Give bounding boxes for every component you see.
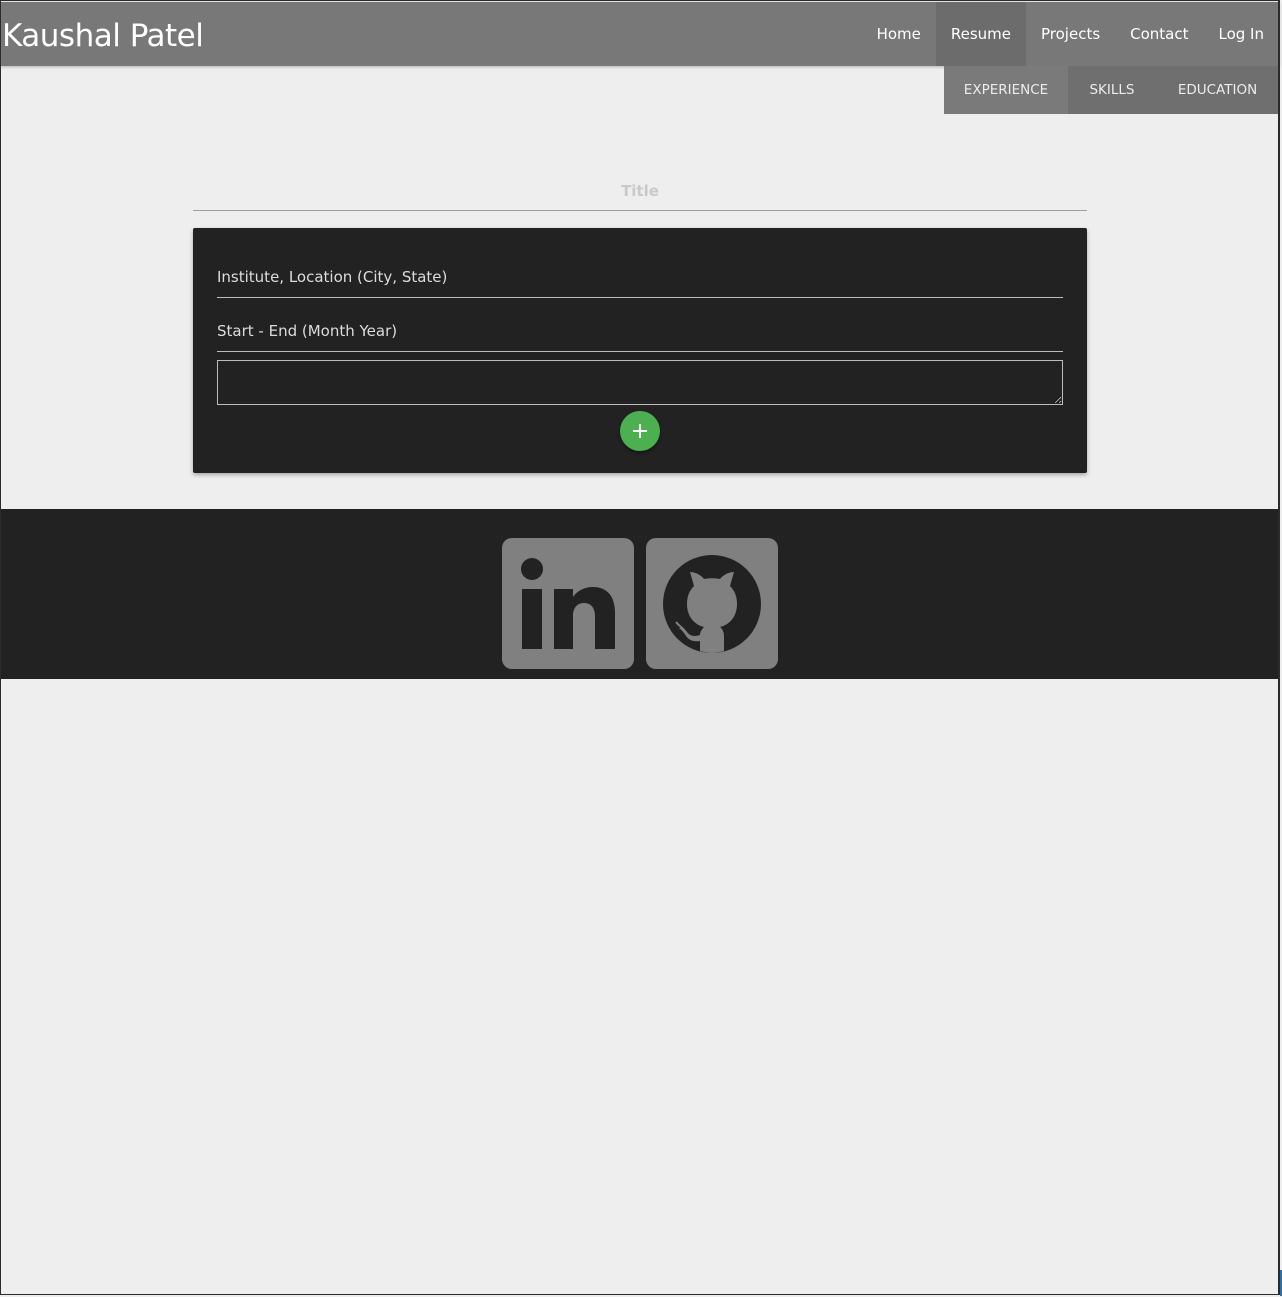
nav-home[interactable]: Home [862, 2, 936, 66]
start-end-date-input[interactable] [217, 311, 1063, 352]
main-nav: Home Resume Projects Contact Log In [862, 2, 1279, 66]
institute-location-input[interactable] [217, 257, 1063, 298]
top-navbar: Kaushal Patel Home Resume Projects Conta… [1, 2, 1279, 66]
nav-projects[interactable]: Projects [1026, 2, 1115, 66]
subnav-experience[interactable]: EXPERIENCE [944, 66, 1068, 114]
footer [1, 509, 1279, 679]
add-entry-button[interactable] [620, 411, 660, 451]
nav-resume[interactable]: Resume [935, 2, 1026, 66]
experience-entry-card [193, 228, 1087, 473]
github-icon [646, 538, 778, 669]
github-link[interactable] [646, 538, 778, 669]
linkedin-link[interactable] [502, 538, 634, 669]
subnav-skills[interactable]: SKILLS [1068, 66, 1156, 114]
resume-subnav: EXPERIENCE SKILLS EDUCATION [944, 66, 1279, 114]
description-textarea[interactable] [217, 360, 1063, 405]
linkedin-icon [502, 538, 634, 669]
site-brand[interactable]: Kaushal Patel [2, 16, 204, 56]
nav-contact[interactable]: Contact [1115, 2, 1203, 66]
subnav-education[interactable]: EDUCATION [1156, 66, 1279, 114]
nav-login[interactable]: Log In [1204, 2, 1280, 66]
title-input[interactable] [193, 172, 1087, 211]
